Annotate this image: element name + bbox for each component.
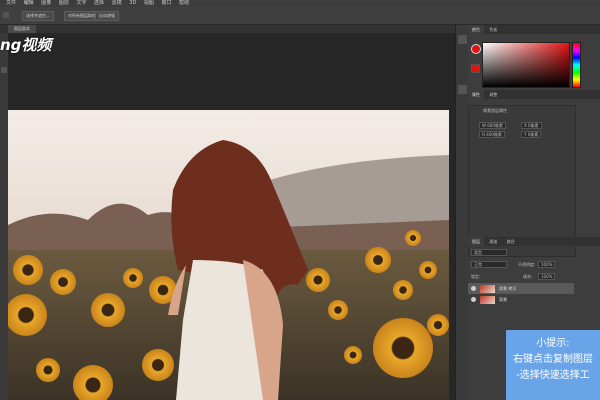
blend-mode-select[interactable]: 正常 (471, 261, 507, 268)
watermark-logo: ng视频 (0, 36, 52, 54)
brush-settings-icon[interactable] (458, 85, 467, 94)
select-and-mask-button[interactable]: 选择并遮住... (22, 11, 54, 21)
sunflower-photo (8, 110, 449, 400)
color-panel-tabs: 颜色 色板 (468, 25, 600, 34)
tip-overlay: 小提示: 右键点击复制图层 -选择快速选择工 (506, 330, 600, 400)
layer-filter-input[interactable]: 类型 (471, 249, 507, 256)
visibility-eye-icon[interactable] (471, 297, 476, 302)
tip-title: 小提示: (536, 338, 570, 349)
color-picker-field[interactable] (482, 42, 570, 88)
photo-canvas[interactable] (8, 110, 449, 400)
menu-bar: 文件 编辑 图像 图层 文字 选择 滤镜 3D 视图 窗口 帮助 (0, 0, 600, 7)
history-icon[interactable] (458, 35, 467, 44)
canvas-area[interactable] (8, 33, 455, 400)
document-tab[interactable]: 图层副本 (8, 25, 36, 33)
visibility-eye-icon[interactable] (471, 286, 476, 291)
tab-adjustments[interactable]: 调整 (485, 90, 501, 99)
move-tool-icon[interactable] (1, 67, 7, 73)
menu-filter[interactable]: 滤镜 (112, 0, 122, 7)
options-bar: 选择并遮住... 对所有图层取样 自动增强 (0, 7, 600, 25)
width-field[interactable]: W 600像素 (479, 122, 506, 129)
layer-thumbnail (480, 296, 495, 304)
tip-line-2: -选择快速选择工 (516, 370, 590, 381)
layer-name: 背景 (499, 297, 507, 302)
properties-header: 像素图层属性 (483, 108, 507, 113)
tab-paths[interactable]: 路径 (503, 237, 519, 246)
hue-slider[interactable] (572, 42, 581, 88)
layer-row[interactable]: 背景 拷贝 (468, 283, 574, 294)
menu-file[interactable]: 文件 (6, 0, 16, 7)
tab-layers[interactable]: 图层 (468, 237, 484, 246)
toolbox (0, 33, 8, 400)
layers-panel-tabs: 图层 通道 路径 (468, 237, 600, 246)
auto-enhance-checkbox[interactable]: 自动增强 (95, 11, 119, 21)
lock-label: 锁定: (471, 274, 481, 279)
document-tab-bar: 图层副本 (0, 25, 455, 33)
tab-swatches[interactable]: 色板 (485, 25, 501, 34)
x-field[interactable]: X 0像素 (521, 122, 542, 129)
menu-help[interactable]: 帮助 (179, 0, 189, 7)
tab-channels[interactable]: 通道 (485, 237, 501, 246)
layer-name: 背景 拷贝 (499, 286, 517, 291)
menu-3d[interactable]: 3D (129, 0, 136, 7)
tab-color[interactable]: 颜色 (468, 25, 484, 34)
layer-thumbnail (480, 285, 495, 293)
opacity-input[interactable]: 100% (538, 261, 556, 268)
menu-type[interactable]: 文字 (76, 0, 86, 7)
menu-image[interactable]: 图像 (41, 0, 51, 7)
opacity-label: 不透明度: (518, 262, 536, 267)
menu-select[interactable]: 选择 (94, 0, 104, 7)
layer-row[interactable]: 背景 (468, 294, 574, 305)
properties-panel-tabs: 属性 调整 (468, 90, 600, 99)
menu-layer[interactable]: 图层 (59, 0, 69, 7)
properties-panel: 像素图层属性 W 600像素 X 0像素 H 400像素 Y 0像素 (468, 105, 576, 257)
background-color-swatch[interactable] (471, 64, 480, 73)
menu-view[interactable]: 视图 (144, 0, 154, 7)
tab-properties[interactable]: 属性 (468, 90, 484, 99)
menu-edit[interactable]: 编辑 (24, 0, 34, 7)
foreground-color-swatch[interactable] (471, 44, 481, 54)
y-field[interactable]: Y 0像素 (521, 131, 542, 138)
fill-input[interactable]: 100% (538, 273, 556, 280)
tip-line-1: 右键点击复制图层 (513, 354, 593, 365)
fill-label: 填充: (523, 274, 533, 279)
height-field[interactable]: H 400像素 (479, 131, 505, 138)
panel-icon-strip (455, 25, 469, 400)
menu-window[interactable]: 窗口 (162, 0, 172, 7)
tool-preset-icon[interactable] (3, 12, 9, 18)
